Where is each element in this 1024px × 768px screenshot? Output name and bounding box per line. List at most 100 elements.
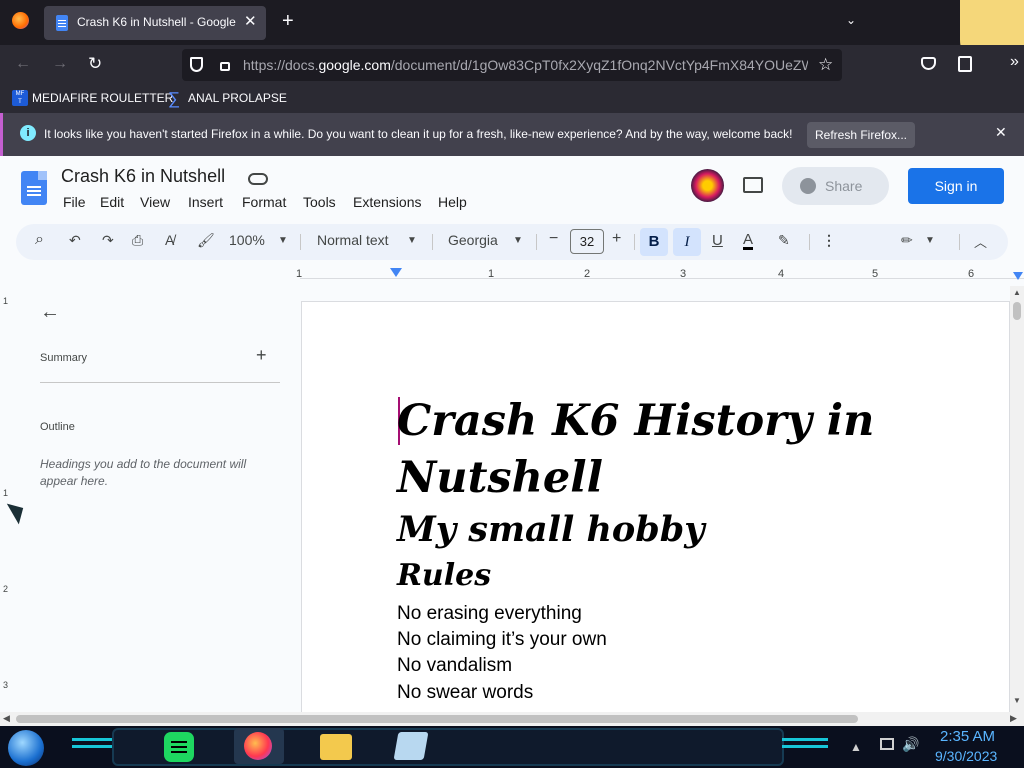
refresh-firefox-button[interactable]: Refresh Firefox... bbox=[807, 122, 915, 148]
tray-show-hidden-icon[interactable]: ▲ bbox=[850, 740, 862, 754]
style-chevron-icon[interactable]: ▼ bbox=[407, 235, 417, 246]
bookmark-mediafire[interactable]: MEDIAFIRE ROULETTER bbox=[32, 91, 173, 105]
url-bar[interactable]: https://docs.google.com/document/d/1gOw8… bbox=[182, 49, 842, 81]
menu-help[interactable]: Help bbox=[438, 194, 467, 210]
text-color-button[interactable]: A bbox=[743, 232, 754, 250]
scroll-right-arrow-icon[interactable]: ▶ bbox=[1010, 713, 1017, 724]
extensions-icon[interactable] bbox=[958, 56, 972, 72]
notepad-app-icon[interactable] bbox=[393, 732, 429, 760]
print-icon[interactable]: ⎙ bbox=[132, 232, 143, 249]
heading-subtitle[interactable]: My small hobby bbox=[397, 509, 705, 550]
shield-icon[interactable] bbox=[190, 57, 203, 72]
docs-logo-icon[interactable] bbox=[21, 171, 47, 205]
editing-mode-chevron-icon[interactable]: ▼ bbox=[925, 235, 935, 246]
spellcheck-icon[interactable]: A̸ bbox=[165, 232, 174, 248]
scroll-left-arrow-icon[interactable]: ◀ bbox=[3, 713, 10, 724]
decrease-font-size-icon[interactable]: − bbox=[549, 230, 558, 248]
italic-button[interactable]: I bbox=[673, 228, 701, 256]
document-page[interactable]: Crash K6 History in Nutshell My small ho… bbox=[301, 301, 1010, 712]
comments-icon[interactable] bbox=[743, 177, 763, 193]
bookmark-star-icon[interactable]: ☆ bbox=[818, 55, 833, 75]
paragraph-style-select[interactable]: Normal text bbox=[317, 232, 389, 248]
menu-insert[interactable]: Insert bbox=[188, 194, 223, 210]
indent-marker-icon[interactable] bbox=[390, 268, 402, 277]
reload-icon[interactable]: ↻ bbox=[88, 54, 102, 74]
vertical-scrollbar[interactable]: ▲ ▼ bbox=[1010, 286, 1024, 712]
toolbar-divider bbox=[536, 234, 537, 250]
menu-edit[interactable]: Edit bbox=[100, 194, 124, 210]
hscroll-thumb[interactable] bbox=[16, 715, 858, 723]
user-avatar[interactable] bbox=[691, 169, 724, 202]
rule-line[interactable]: No claiming it’s your own bbox=[397, 629, 607, 651]
menu-extensions[interactable]: Extensions bbox=[353, 194, 421, 210]
clock-time[interactable]: 2:35 AM bbox=[940, 728, 995, 745]
os-taskbar: ▲ 🔊 bbox=[0, 726, 1024, 768]
underline-button[interactable]: U bbox=[712, 232, 723, 249]
toolbar-divider bbox=[959, 234, 960, 250]
heading-title-line2[interactable]: Nutshell bbox=[397, 453, 603, 503]
tab-close-icon[interactable]: ✕ bbox=[244, 12, 257, 30]
overflow-menu-icon[interactable]: » bbox=[1010, 53, 1019, 71]
back-icon[interactable]: ← bbox=[15, 55, 31, 73]
cloud-saved-icon[interactable] bbox=[248, 173, 268, 185]
editing-mode-pencil-icon[interactable]: ✏ bbox=[901, 232, 913, 249]
scroll-thumb[interactable] bbox=[1013, 302, 1021, 320]
lock-icon[interactable] bbox=[220, 62, 230, 71]
sign-in-button[interactable]: Sign in bbox=[908, 168, 1004, 204]
heading-rules[interactable]: Rules bbox=[397, 558, 491, 593]
menu-file[interactable]: File bbox=[63, 194, 86, 210]
google-docs-favicon-icon bbox=[56, 15, 68, 31]
right-indent-marker-icon[interactable] bbox=[1013, 272, 1023, 280]
forward-icon[interactable]: → bbox=[52, 55, 68, 73]
horizontal-scrollbar[interactable]: ◀ ▶ bbox=[0, 712, 1024, 726]
file-explorer-app-icon[interactable] bbox=[320, 734, 352, 760]
new-tab-plus-icon[interactable]: + bbox=[282, 10, 294, 33]
menu-format[interactable]: Format bbox=[242, 194, 286, 210]
globe-icon bbox=[800, 178, 816, 194]
undo-icon[interactable]: ↶ bbox=[69, 232, 81, 249]
firefox-menu-icon[interactable] bbox=[12, 12, 29, 29]
network-icon[interactable] bbox=[880, 738, 894, 750]
heading-title-line1[interactable]: Crash K6 History in bbox=[397, 396, 874, 446]
spotify-app-icon[interactable] bbox=[164, 732, 194, 762]
bold-button[interactable]: B bbox=[640, 228, 668, 256]
start-orb-icon[interactable] bbox=[8, 730, 44, 766]
scroll-up-arrow-icon[interactable]: ▲ bbox=[1013, 288, 1021, 297]
document-title[interactable]: Crash K6 in Nutshell bbox=[61, 166, 225, 187]
tab-active[interactable]: Crash K6 in Nutshell - Google Docs ✕ bbox=[44, 6, 266, 40]
font-family-select[interactable]: Georgia bbox=[448, 232, 498, 248]
highlight-color-icon[interactable]: ✎ bbox=[778, 232, 790, 249]
paint-format-icon[interactable]: 🖌 bbox=[197, 232, 215, 249]
zoom-select[interactable]: 100% bbox=[229, 232, 265, 248]
close-outline-back-icon[interactable]: ← bbox=[40, 301, 60, 324]
tab-bar: Crash K6 in Nutshell - Google Docs ✕ + ⌄ bbox=[0, 0, 1024, 70]
more-options-icon[interactable]: ⋮ bbox=[822, 232, 836, 249]
firefox-app-icon[interactable] bbox=[234, 728, 284, 764]
redo-icon[interactable]: ↷ bbox=[102, 232, 114, 249]
horizontal-ruler[interactable]: 1 1 2 3 4 5 6 bbox=[296, 266, 1024, 286]
menu-tools[interactable]: Tools bbox=[303, 194, 336, 210]
search-menus-icon[interactable]: ⌕ bbox=[35, 231, 44, 249]
url-text[interactable]: https://docs.google.com/document/d/1gOw8… bbox=[243, 57, 808, 73]
rule-line[interactable]: No erasing everything bbox=[397, 603, 582, 625]
volume-icon[interactable]: 🔊 bbox=[902, 736, 919, 753]
add-summary-plus-icon[interactable]: + bbox=[256, 345, 267, 366]
zoom-chevron-icon[interactable]: ▼ bbox=[278, 235, 288, 246]
rule-line[interactable]: No vandalism bbox=[397, 655, 512, 677]
increase-font-size-icon[interactable]: + bbox=[612, 230, 621, 248]
font-chevron-icon[interactable]: ▼ bbox=[513, 235, 523, 246]
scroll-down-arrow-icon[interactable]: ▼ bbox=[1013, 696, 1021, 705]
bookmark-second[interactable]: ANAL PROLAPSE bbox=[188, 91, 287, 105]
firefox-notification-bar: i It looks like you haven't started Fire… bbox=[0, 113, 1024, 156]
pocket-icon[interactable] bbox=[921, 57, 936, 70]
share-button[interactable]: Share bbox=[782, 167, 889, 205]
clock-date[interactable]: 9/30/2023 bbox=[935, 748, 997, 764]
font-size-input[interactable]: 32 bbox=[570, 229, 604, 254]
notification-message: It looks like you haven't started Firefo… bbox=[44, 127, 793, 141]
hide-menus-chevron-icon[interactable]: ︿ bbox=[974, 232, 987, 251]
menu-view[interactable]: View bbox=[140, 194, 170, 210]
notification-close-icon[interactable]: ✕ bbox=[995, 124, 1007, 141]
ruler-number: 3 bbox=[680, 268, 687, 280]
rule-line[interactable]: No swear words bbox=[397, 682, 533, 704]
tab-list-chevron-icon[interactable]: ⌄ bbox=[846, 13, 856, 27]
